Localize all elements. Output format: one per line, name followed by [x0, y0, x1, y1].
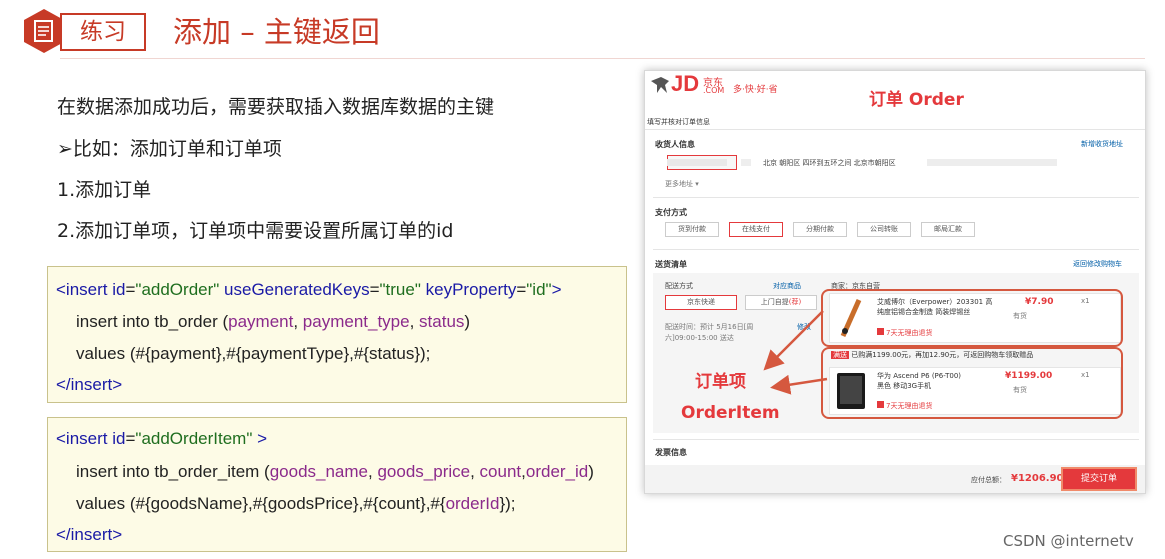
highlight-item-1 — [821, 289, 1123, 347]
payment-option-postal[interactable]: 邮局汇款 — [921, 222, 975, 237]
new-address-link[interactable]: 新增收货地址 — [1081, 139, 1123, 149]
watermark: CSDN @internetv — [1003, 532, 1134, 550]
code-block-add-order: <insert id="addOrder" useGeneratedKeys="… — [47, 266, 627, 403]
total-value: ¥1206.90 — [1011, 473, 1064, 484]
annotation-order-item-en: OrderItem — [681, 403, 780, 423]
code-block-add-order-item: <insert id="addOrderItem" > insert into … — [47, 417, 627, 552]
example-line: ➢比如：添加订单和订单项 — [57, 138, 282, 160]
order-page-heading: 填写并核对订单信息 — [647, 118, 710, 126]
annotation-order: 订单 Order — [869, 90, 964, 110]
page-title: 添加 – 主键返回 — [173, 15, 380, 49]
payment-section-label: 支付方式 — [655, 208, 687, 217]
payment-option-transfer[interactable]: 公司转账 — [857, 222, 911, 237]
step-2-line: 2.添加订单项，订单项中需要设置所属订单的id — [57, 220, 454, 242]
blurred-name — [667, 159, 727, 166]
divider — [653, 197, 1139, 198]
code-line: </insert> — [56, 525, 123, 544]
jd-slogan: 多·快·好·省 — [733, 85, 778, 95]
back-to-cart-link[interactable]: 返回修改购物车 — [1073, 259, 1122, 269]
payment-option-online[interactable]: 在线支付 — [729, 222, 783, 237]
annotation-order-item-cn: 订单项 — [695, 372, 746, 392]
delivery-section-label: 送货清单 — [655, 260, 687, 269]
jd-logo-com: .COM — [703, 86, 725, 95]
code-line: insert into tb_order (payment, payment_t… — [76, 312, 471, 331]
submit-order-button[interactable]: 提交订单 — [1061, 467, 1137, 491]
more-address-link[interactable]: 更多地址 ▾ — [665, 179, 699, 189]
code-line: </insert> — [56, 375, 123, 394]
code-line: <insert id="addOrderItem" > — [56, 429, 268, 448]
code-line: values (#{payment},#{paymentType},#{stat… — [76, 344, 431, 363]
intro-line: 在数据添加成功后，需要获取插入数据库数据的主键 — [57, 96, 495, 118]
jd-order-screenshot: JD 京东 .COM 多·快·好·省 订单 Order 填写并核对订单信息 收货… — [644, 70, 1146, 494]
recipient-address: 北京 朝阳区 四环到五环之间 北京市朝阳区 — [763, 159, 896, 167]
ship-method-label: 配送方式 — [665, 282, 693, 290]
annotation-arrows-icon — [763, 310, 828, 395]
header-divider — [60, 58, 1145, 59]
ship-goods-link[interactable]: 对应商品 — [773, 281, 801, 291]
jd-logo: JD — [671, 71, 700, 96]
payment-option-installment[interactable]: 分期付款 — [793, 222, 847, 237]
exercise-tag-label: 练习 — [80, 19, 126, 45]
step-1-line: 1.添加订单 — [57, 179, 152, 201]
divider — [645, 129, 1145, 130]
code-line: insert into tb_order_item (goods_name, g… — [76, 462, 594, 481]
code-line: <insert id="addOrder" useGeneratedKeys="… — [56, 280, 562, 299]
divider — [653, 439, 1139, 440]
code-line: values (#{goodsName},#{goodsPrice},#{cou… — [76, 494, 516, 513]
payment-option-cod[interactable]: 货到付款 — [665, 222, 719, 237]
highlight-item-2 — [821, 347, 1123, 419]
exercise-tag: 练习 — [60, 13, 146, 51]
blurred-address-detail — [927, 159, 1057, 166]
total-label: 应付总额： — [971, 476, 1006, 484]
ship-option-jd-express[interactable]: 京东快递 — [665, 295, 737, 310]
divider — [653, 249, 1139, 250]
blurred-phone — [741, 159, 751, 166]
jd-dog-logo-icon — [651, 77, 669, 93]
invoice-section-label: 发票信息 — [655, 448, 687, 457]
recipient-section-label: 收货人信息 — [655, 140, 695, 149]
